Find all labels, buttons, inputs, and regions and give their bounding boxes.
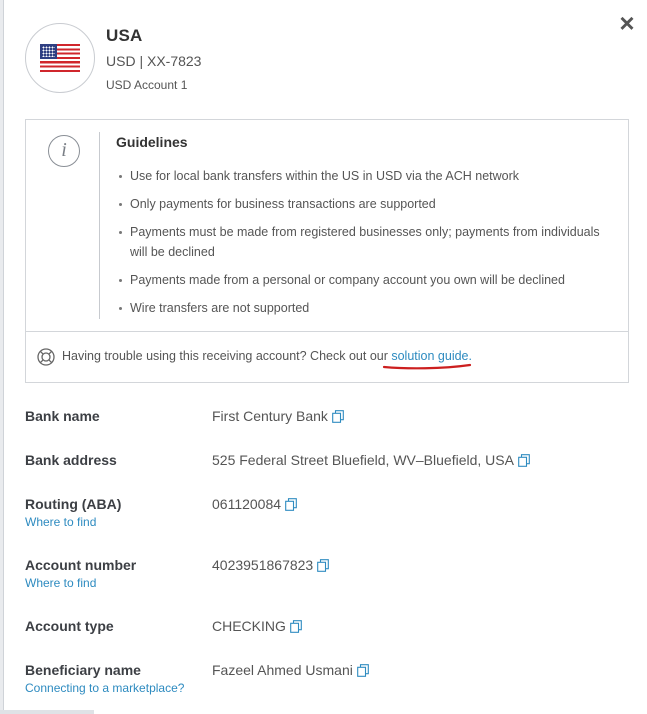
detail-value: 061120084 (212, 496, 297, 512)
close-button[interactable]: × (614, 10, 640, 36)
beneficiary-value: Fazeel Ahmed Usmani (212, 662, 353, 678)
where-to-find-link[interactable]: Where to find (25, 576, 96, 590)
account-header: USA USD | XX-7823 USD Account 1 (25, 23, 201, 93)
where-to-find-link[interactable]: Where to find (25, 515, 96, 529)
copy-icon[interactable] (290, 619, 302, 633)
detail-label: Routing (ABA) (25, 496, 122, 512)
info-icon: i (48, 135, 80, 167)
account-number-value: 4023951867823 (212, 557, 314, 573)
detail-label: Bank name (25, 408, 100, 424)
copy-icon[interactable] (285, 497, 297, 511)
guideline-item: Wire transfers are not supported (116, 298, 616, 318)
guidelines-list: Use for local bank transfers within the … (116, 166, 616, 326)
bottom-scrollbar-edge (0, 710, 94, 714)
detail-label: Bank address (25, 452, 117, 468)
marketplace-link[interactable]: Connecting to a marketplace? (25, 681, 184, 695)
help-text-suffix: . (468, 349, 472, 363)
copy-icon[interactable] (332, 409, 344, 423)
detail-value: Fazeel Ahmed Usmani (212, 662, 369, 678)
currency-account-number: USD | XX-7823 (106, 53, 202, 69)
flag-avatar (25, 23, 95, 93)
copy-icon[interactable] (356, 663, 369, 677)
solution-guide-link[interactable]: solution guide (391, 349, 468, 363)
detail-label: Account number (25, 557, 137, 573)
detail-value: CHECKING (212, 618, 302, 634)
detail-label: Beneficiary name (25, 662, 141, 678)
account-name: USD Account 1 (106, 78, 188, 92)
detail-label: Account type (25, 618, 114, 634)
us-flag-icon (40, 44, 80, 72)
guideline-item: Use for local bank transfers within the … (116, 166, 616, 186)
bank-address-value: 525 Federal Street Bluefield, WV–Bluefie… (212, 452, 514, 468)
help-row: Having trouble using this receiving acco… (26, 331, 628, 382)
guideline-item: Only payments for business transactions … (116, 194, 616, 214)
help-text-prefix: Having trouble using this receiving acco… (62, 349, 392, 363)
routing-value: 061120084 (212, 496, 282, 512)
divider (99, 132, 100, 319)
guidelines-panel: i Guidelines Use for local bank transfer… (25, 119, 629, 383)
close-icon: × (619, 8, 635, 38)
bank-name-value: First Century Bank (212, 408, 328, 424)
detail-value: 525 Federal Street Bluefield, WV–Bluefie… (212, 452, 530, 468)
detail-value: 4023951867823 (212, 557, 330, 573)
detail-value: First Century Bank (212, 408, 344, 424)
left-panel-edge (0, 0, 4, 714)
guideline-item: Payments must be made from registered bu… (116, 222, 616, 262)
copy-icon[interactable] (518, 453, 530, 467)
help-text: Having trouble using this receiving acco… (62, 349, 472, 363)
copy-icon[interactable] (317, 558, 330, 572)
account-type-value: CHECKING (212, 618, 286, 634)
red-underline-annotation (382, 363, 472, 370)
guidelines-title: Guidelines (116, 134, 188, 150)
country-title: USA (106, 26, 143, 45)
guideline-item: Payments made from a personal or company… (116, 270, 616, 290)
lifebuoy-icon (37, 348, 55, 366)
